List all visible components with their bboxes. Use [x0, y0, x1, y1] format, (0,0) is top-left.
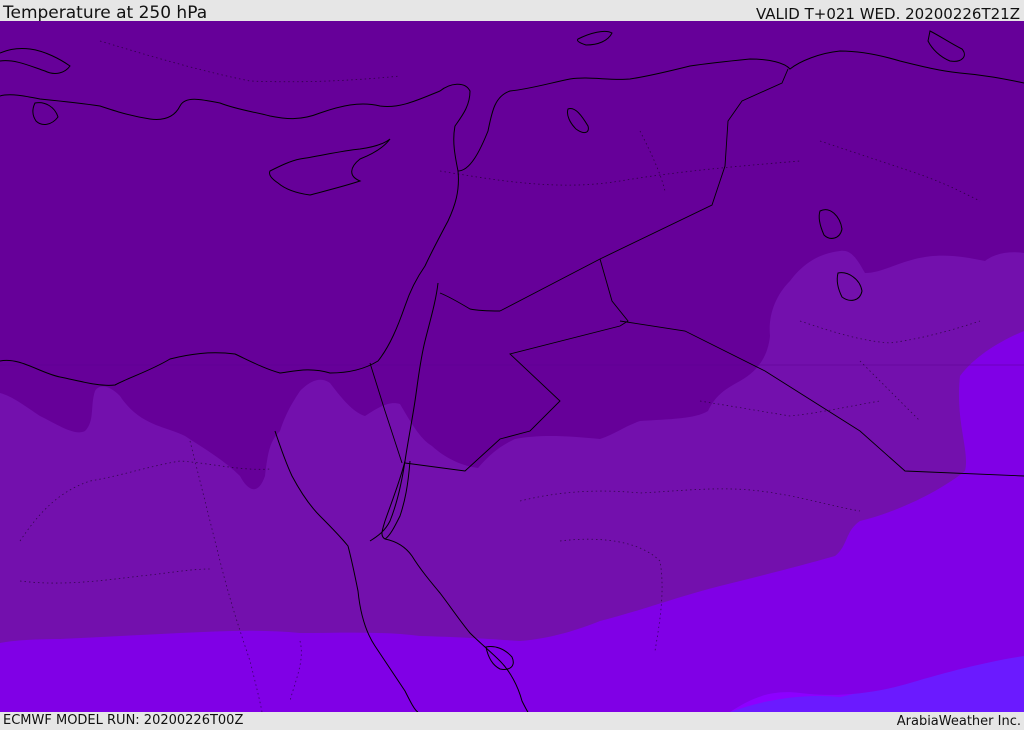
footer-bar: ECMWF MODEL RUN: 20200226T00Z ArabiaWeat…	[0, 712, 1024, 729]
weather-map-frame: Temperature at 250 hPa VALID T+021 WED. …	[0, 0, 1024, 729]
model-run-label: ECMWF MODEL RUN: 20200226T00Z	[3, 713, 244, 728]
header-bar: Temperature at 250 hPa VALID T+021 WED. …	[0, 0, 1024, 23]
credit-label: ArabiaWeather Inc.	[896, 714, 1021, 729]
map-title: Temperature at 250 hPa	[3, 3, 208, 23]
temperature-map	[0, 21, 1024, 712]
